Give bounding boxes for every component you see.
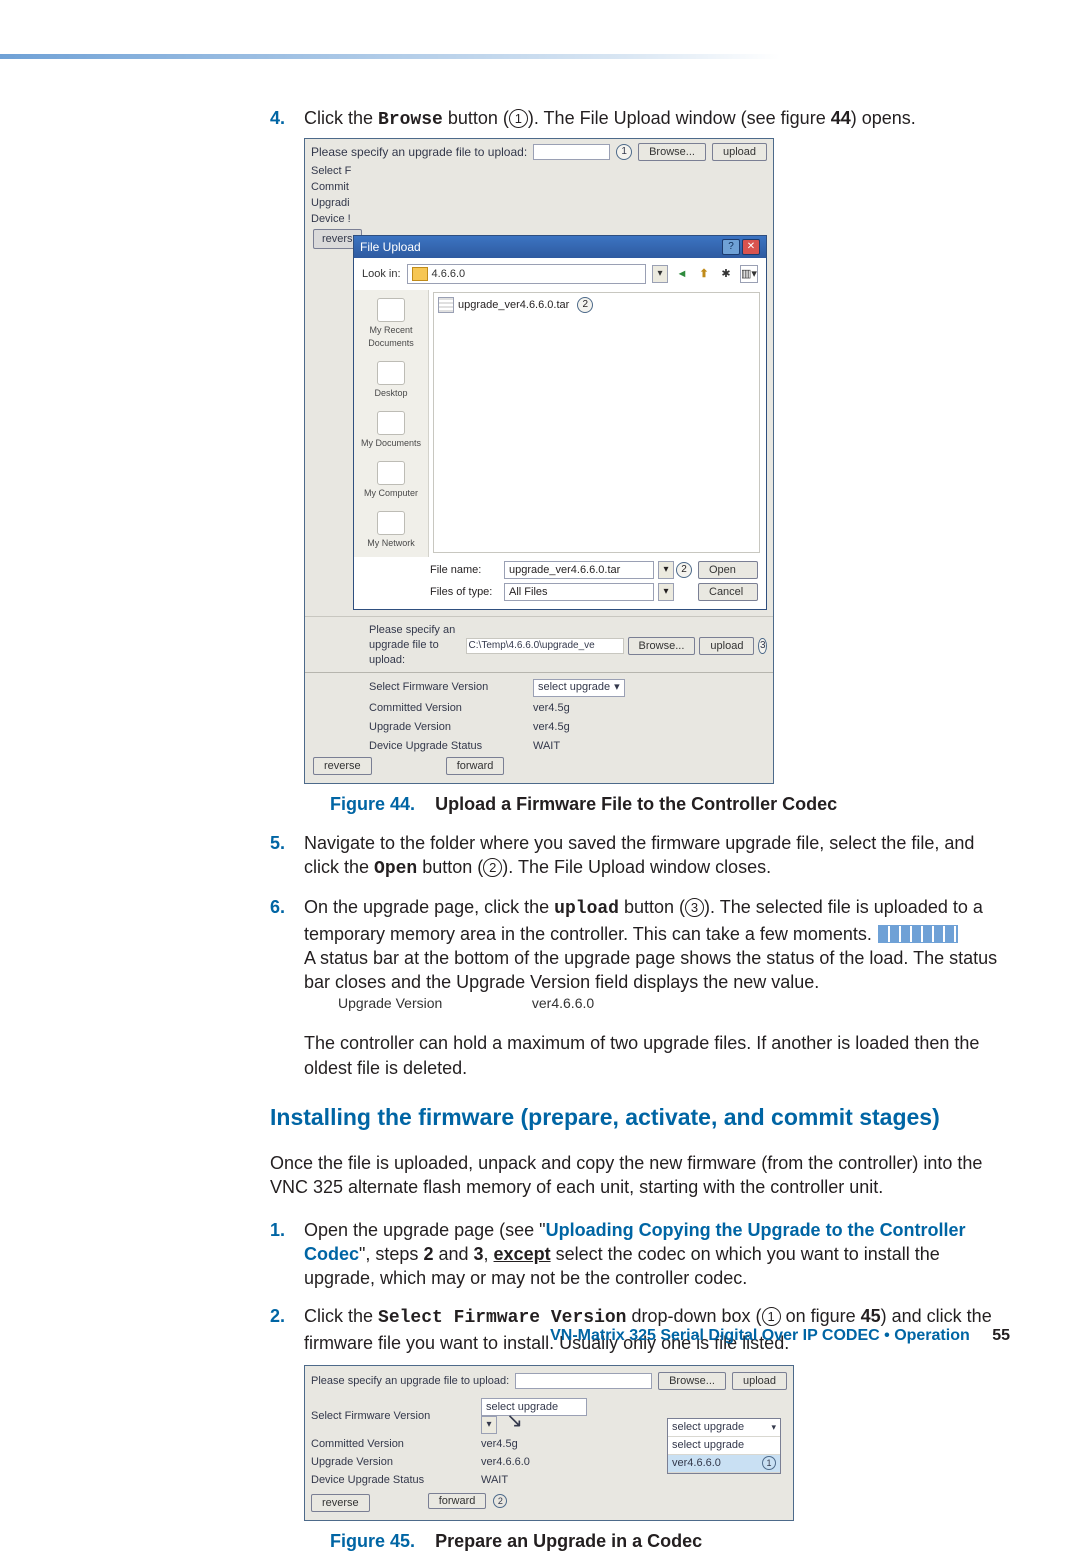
figure-45-screenshot: Please specify an upgrade file to upload…	[304, 1365, 794, 1521]
cancel-button[interactable]: Cancel	[698, 583, 758, 601]
new-folder-icon[interactable]: ✱	[718, 266, 734, 282]
file-icon	[438, 297, 454, 313]
inline-upload-label: upload	[554, 899, 619, 919]
status-label-45: Device Upgrade Status	[311, 1473, 481, 1488]
step-b1: 1. Open the upgrade page (see "Uploading…	[270, 1218, 1010, 1291]
recent-docs-icon	[377, 298, 405, 322]
callout-1b: 1	[762, 1307, 781, 1326]
step-b2-number: 2.	[270, 1304, 285, 1328]
file-list[interactable]: upgrade_ver4.6.6.0.tar 2	[433, 292, 760, 553]
view-menu-icon[interactable]: ▥▾	[740, 265, 758, 283]
inline-version-readout: Upgrade Version ver4.6.6.0	[338, 994, 1010, 1013]
desktop-icon	[377, 361, 405, 385]
step-b1-number: 1.	[270, 1218, 285, 1242]
dialog-close-icon[interactable]: ✕	[742, 239, 760, 255]
upload-button[interactable]: upload	[712, 143, 767, 161]
upload-prompt-2: Please specify an upgrade file to upload…	[369, 623, 462, 668]
dialog-title: File Upload	[360, 239, 421, 255]
place-desktop[interactable]: Desktop	[374, 361, 407, 399]
figure-44-screenshot: Please specify an upgrade file to upload…	[304, 138, 774, 784]
callout-marker-1: 1	[616, 144, 632, 160]
step-4-number: 4.	[270, 106, 285, 130]
step-6-number: 6.	[270, 895, 285, 919]
page-footer: VN-Matrix 325 Serial Digital Over IP COD…	[550, 1327, 1010, 1345]
place-mycomputer[interactable]: My Computer	[364, 461, 418, 499]
file-type-dd-icon[interactable]: ▾	[658, 583, 674, 601]
browse-button-2[interactable]: Browse...	[628, 637, 696, 655]
step-6: 6. On the upgrade page, click the upload…	[270, 895, 1010, 1013]
forward-button-45[interactable]: forward	[428, 1493, 487, 1509]
mycomputer-icon	[377, 461, 405, 485]
paragraph-install-intro: Once the file is uploaded, unpack and co…	[270, 1151, 1010, 1200]
callout-marker-2: 2	[577, 297, 593, 313]
status-label: Device Upgrade Status	[369, 739, 527, 754]
sel-firm-label-45: Select Firmware Version	[311, 1409, 481, 1424]
progress-bar-icon	[878, 925, 958, 943]
reverse-button-45[interactable]: reverse	[311, 1494, 370, 1512]
sel-firm-dd-icon[interactable]: ▾	[481, 1416, 497, 1434]
inline-open-label: Open	[374, 859, 417, 879]
reverse-button[interactable]: reverse	[313, 757, 372, 775]
figure-44-caption: Figure 44. Upload a Firmware File to the…	[330, 792, 1010, 816]
browse-button[interactable]: Browse...	[638, 143, 706, 161]
file-name-dd-icon[interactable]: ▾	[658, 561, 674, 579]
file-type-field[interactable]: All Files	[504, 583, 654, 601]
upload-button-2[interactable]: upload	[699, 637, 754, 655]
file-type-label: Files of type:	[430, 585, 500, 600]
mydocs-icon	[377, 411, 405, 435]
place-recent[interactable]: My Recent Documents	[356, 298, 426, 348]
page-top-gradient	[0, 54, 780, 59]
place-mydocs[interactable]: My Documents	[361, 411, 421, 449]
upload-path-filled[interactable]: C:\Temp\4.6.6.0\upgrade_ve	[466, 638, 624, 654]
folder-icon	[412, 267, 428, 281]
arrow-icon: ↘	[506, 1410, 523, 1432]
paragraph-max-files: The controller can hold a maximum of two…	[304, 1031, 1010, 1080]
step-5: 5. Navigate to the folder where you save…	[270, 831, 1010, 882]
mynetwork-icon	[377, 511, 405, 535]
upload-button-45[interactable]: upload	[732, 1372, 787, 1390]
place-mynetwork[interactable]: My Network	[367, 511, 415, 549]
step-5-number: 5.	[270, 831, 285, 855]
look-in-dropdown-icon[interactable]: ▾	[652, 265, 668, 283]
dialog-help-icon[interactable]: ?	[722, 239, 740, 255]
sel-firm-combo-45[interactable]: select upgrade	[481, 1398, 587, 1416]
firmware-popup[interactable]: select upgrade▾ select upgrade ver4.6.6.…	[667, 1418, 781, 1474]
committed-label: Committed Version	[369, 701, 527, 716]
upload-prompt: Please specify an upgrade file to upload…	[311, 144, 527, 160]
upload-path-field[interactable]	[533, 144, 610, 160]
callout-3: 3	[685, 898, 704, 917]
places-bar: My Recent Documents Desktop My Documents…	[354, 290, 429, 557]
inline-select-firmware-label: Select Firmware Version	[378, 1308, 626, 1328]
look-in-label: Look in:	[362, 267, 401, 282]
callout-1: 1	[509, 109, 528, 128]
browse-button-45[interactable]: Browse...	[658, 1372, 726, 1390]
up-folder-icon[interactable]: ⬆	[696, 266, 712, 282]
file-upload-dialog: File Upload ? ✕ Look in: 4.6.6	[353, 235, 767, 610]
inline-browse-label: Browse	[378, 110, 443, 130]
look-in-combo[interactable]: 4.6.6.0	[407, 264, 646, 284]
file-name-label: File name:	[430, 563, 500, 578]
file-name-field[interactable]: upgrade_ver4.6.6.0.tar	[504, 561, 654, 579]
back-icon[interactable]: ◄	[674, 266, 690, 282]
marker-2-forward: 2	[493, 1494, 507, 1508]
upgrade-label-45: Upgrade Version	[311, 1455, 481, 1470]
callout-marker-3: 3	[758, 638, 767, 654]
sel-firm-combo[interactable]: select upgrade ▾	[533, 679, 625, 697]
committed-label-45: Committed Version	[311, 1437, 481, 1452]
upload-prompt-45: Please specify an upgrade file to upload…	[311, 1374, 509, 1389]
figure-45-caption: Figure 45. Prepare an Upgrade in a Codec	[330, 1529, 1010, 1553]
section-heading: Installing the firmware (prepare, activa…	[270, 1102, 1010, 1133]
popup-marker-1: 1	[762, 1456, 776, 1470]
upload-path-field-45[interactable]	[515, 1373, 652, 1389]
upgrade-label: Upgrade Version	[369, 720, 527, 735]
callout-2: 2	[483, 858, 502, 877]
sel-firm-label: Select Firmware Version	[369, 680, 527, 695]
callout-marker-2b: 2	[676, 562, 692, 578]
step-4: 4. Click the Browse button (1). The File…	[270, 106, 1010, 817]
forward-button[interactable]: forward	[446, 757, 505, 775]
file-item[interactable]: upgrade_ver4.6.6.0.tar 2	[438, 297, 755, 313]
open-button[interactable]: Open	[698, 561, 758, 579]
